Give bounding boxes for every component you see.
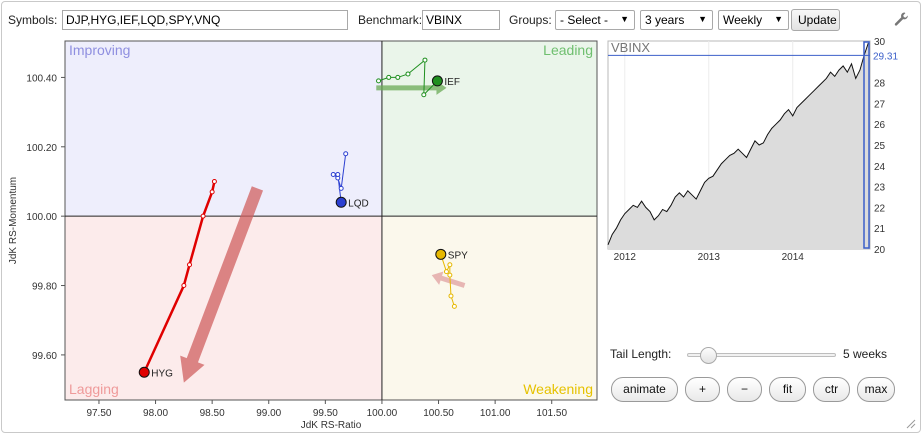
benchmark-title: VBINX — [611, 40, 650, 55]
benchmark-last-value: 29.31 — [873, 51, 898, 62]
benchmark-y-ticks: 20 21 22 23 24 25 26 27 28 30 — [874, 37, 886, 256]
max-button[interactable]: max — [857, 377, 895, 402]
benchmark-y-tick-label: 27 — [874, 99, 886, 110]
benchmark-y-tick-label: 23 — [874, 183, 886, 194]
resize-grip-icon[interactable] — [906, 419, 916, 429]
tail-length-slider[interactable] — [687, 347, 836, 364]
tail-length-control: Tail Length: 5 weeks — [610, 345, 910, 364]
benchmark-y-tick-label: 26 — [874, 120, 886, 131]
tail-length-label: Tail Length: — [610, 347, 672, 361]
zoom-out-button[interactable]: − — [727, 377, 762, 402]
benchmark-y-tick-label: 28 — [874, 79, 886, 90]
benchmark-x-tick-label: 2013 — [698, 252, 721, 263]
benchmark-y-tick-label: 24 — [874, 162, 886, 173]
benchmark-y-tick-label: 25 — [874, 141, 886, 152]
benchmark-chart: VBINX 29.31 20212223242526272830 2012 201… — [607, 37, 898, 263]
fit-button[interactable]: fit — [769, 377, 806, 402]
tail-length-slider-handle[interactable] — [700, 347, 718, 364]
benchmark-x-tick-label: 2012 — [614, 252, 637, 263]
center-button[interactable]: ctr — [813, 377, 850, 402]
benchmark-y-tick-label: 21 — [874, 224, 886, 235]
zoom-in-button[interactable]: + — [685, 377, 720, 402]
benchmark-y-tick-label: 20 — [874, 245, 886, 256]
benchmark-y-tick-label: 22 — [874, 203, 886, 214]
benchmark-x-ticks: 2012 2013 2014 — [614, 252, 805, 263]
tail-length-value: 5 weeks — [843, 347, 888, 361]
rrg-widget: Symbols: Benchmark: Groups: - Select - ▼… — [1, 1, 921, 433]
benchmark-x-tick-label: 2014 — [782, 252, 805, 263]
animate-button[interactable]: animate — [611, 377, 678, 402]
benchmark-y-tick-label: 30 — [874, 37, 886, 48]
